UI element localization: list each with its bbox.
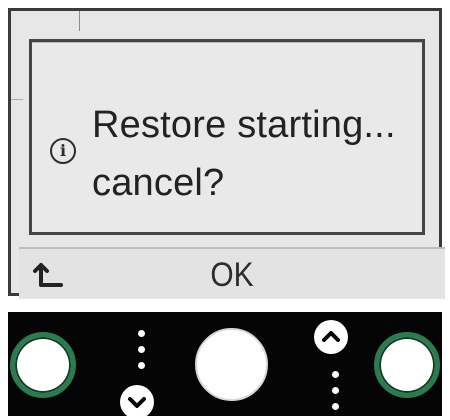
left-round-button[interactable] [10,332,76,398]
indicator-dot [138,346,145,353]
hardware-button-panel [8,312,442,419]
right-round-button[interactable] [374,332,440,398]
indicator-dot [332,403,339,410]
indicator-dot [138,330,145,337]
indicator-dot [138,362,145,369]
message-line-cancel: cancel? [92,162,225,204]
restore-confirm-dialog: i Restore starting... cancel? [29,39,425,235]
info-icon-glyph: i [59,141,67,160]
down-arrow-button[interactable] [120,385,154,419]
up-arrow-button[interactable] [314,320,348,354]
screen-grid-line-vertical [79,11,80,31]
indicator-dot [332,371,339,378]
left-dot-indicator [138,330,146,388]
chevron-down-icon [128,397,146,408]
ok-softkey-label[interactable]: OK [45,258,420,292]
message-line-restore-starting: Restore starting... [92,104,396,146]
indicator-dot [332,387,339,394]
center-round-button[interactable] [195,328,268,401]
info-icon: i [50,138,76,164]
soft-key-bar: OK [19,247,445,299]
chevron-up-icon [322,331,340,342]
lcd-screen: i Restore starting... cancel? OK [8,8,445,299]
dialog-message: Restore starting... cancel? [92,96,417,212]
device-ui: i Restore starting... cancel? OK [0,0,450,420]
dialog-highlight-line [32,42,422,43]
screen-grid-line-horizontal [11,99,23,100]
right-dot-indicator [332,371,340,420]
